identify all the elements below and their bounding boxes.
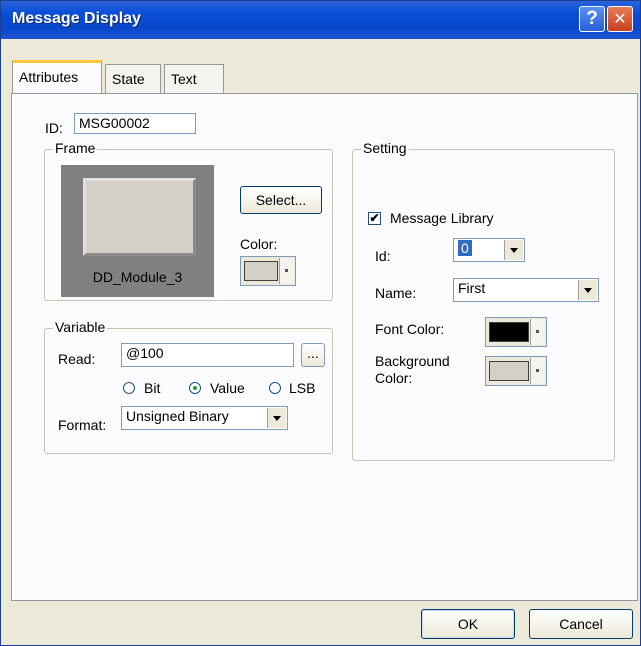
font-color-dropdown-icon	[530, 319, 545, 345]
setting-group-title: Setting	[361, 140, 409, 156]
setting-id-label: Id:	[375, 248, 391, 264]
frame-color-label: Color:	[240, 236, 278, 252]
read-browse-button[interactable]: ...	[301, 343, 325, 367]
setting-id-value: 0	[458, 240, 472, 256]
name-chevron-down-icon	[578, 280, 597, 300]
font-color-label: Font Color:	[375, 321, 445, 337]
cancel-button[interactable]: Cancel	[529, 609, 633, 639]
chevron-down-icon	[267, 408, 286, 428]
message-library-checkbox[interactable]: ✔	[368, 212, 381, 225]
frame-color-picker[interactable]	[240, 256, 296, 286]
variable-group-title: Variable	[53, 319, 108, 335]
tab-text-label: Text	[171, 71, 197, 87]
frame-color-dropdown-icon	[279, 258, 294, 284]
bit-radio[interactable]	[123, 382, 135, 394]
font-color-swatch	[489, 322, 529, 342]
setting-name-select[interactable]: First	[453, 278, 599, 302]
tab-attributes[interactable]: Attributes	[12, 60, 102, 94]
lsb-radio-label: LSB	[289, 380, 316, 396]
value-radio[interactable]	[189, 382, 201, 394]
value-radio-label: Value	[210, 380, 245, 396]
attributes-tab-panel: ID: MSG00002 Frame DD_Module_3 Select...…	[11, 93, 638, 601]
format-select[interactable]: Unsigned Binary	[121, 406, 288, 430]
tab-state[interactable]: State	[105, 64, 161, 94]
id-field[interactable]: MSG00002	[74, 113, 196, 134]
bit-radio-label: Bit	[144, 380, 161, 396]
dialog-title: Message Display	[12, 10, 141, 27]
bg-color-label-line2: Color:	[375, 370, 413, 386]
frame-preview-box	[83, 178, 196, 256]
close-icon[interactable]: ✕	[607, 6, 633, 32]
id-chevron-down-icon	[504, 240, 523, 260]
id-label: ID:	[45, 120, 63, 136]
read-label: Read:	[58, 351, 96, 367]
tab-attributes-label: Attributes	[19, 69, 79, 85]
setting-name-value: First	[458, 280, 486, 296]
bg-color-label-line1: Background	[375, 353, 450, 369]
frame-preview-label: DD_Module_3	[92, 269, 183, 285]
title-bar[interactable]: Message Display ? ✕	[1, 1, 640, 39]
setting-name-label: Name:	[375, 285, 417, 301]
frame-preview: DD_Module_3	[61, 165, 214, 297]
format-label: Format:	[58, 417, 107, 433]
frame-color-swatch	[244, 261, 278, 281]
format-select-value: Unsigned Binary	[126, 408, 229, 424]
message-display-dialog: Message Display ? ✕ Attributes State Tex…	[0, 0, 641, 646]
select-button[interactable]: Select...	[240, 186, 322, 214]
bg-color-swatch	[489, 361, 529, 381]
bg-color-dropdown-icon	[530, 358, 545, 384]
setting-group: Setting ✔ Message Library Id: 0 Name: Fi…	[352, 140, 615, 461]
help-icon[interactable]: ?	[579, 6, 605, 32]
tab-text[interactable]: Text	[164, 64, 224, 94]
bg-color-picker[interactable]	[485, 356, 547, 386]
tab-state-label: State	[112, 71, 145, 87]
setting-id-select[interactable]: 0	[453, 238, 525, 262]
font-color-picker[interactable]	[485, 317, 547, 347]
variable-group: Variable Read: @100 ... Bit Value LSB Fo…	[44, 319, 333, 454]
message-library-label: Message Library	[390, 210, 494, 226]
read-input[interactable]: @100	[121, 343, 294, 367]
ok-button[interactable]: OK	[421, 609, 515, 639]
frame-group-title: Frame	[53, 140, 98, 156]
lsb-radio[interactable]	[269, 382, 281, 394]
frame-group: Frame DD_Module_3 Select... Color:	[44, 140, 333, 301]
